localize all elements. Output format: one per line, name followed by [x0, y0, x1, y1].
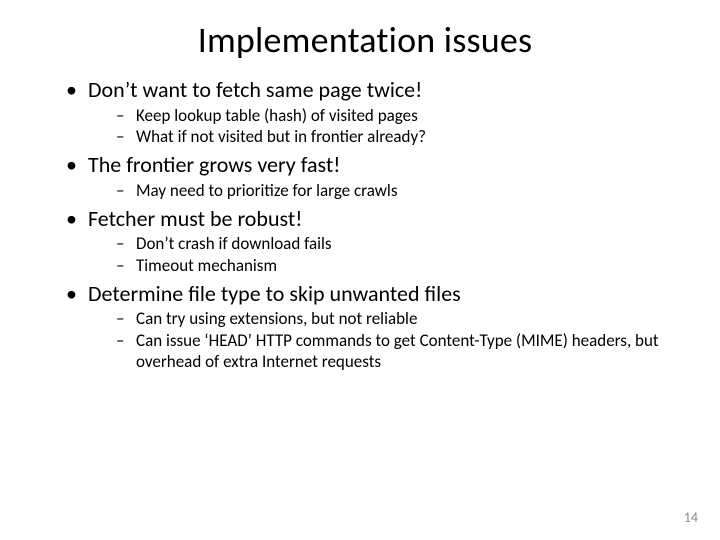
sub-list: May need to prioritize for large crawls — [88, 180, 680, 201]
list-item-text: What if not visited but in frontier alre… — [136, 126, 426, 147]
list-item-text: Timeout mechanism — [136, 255, 277, 276]
list-item-text: Fetcher must be robust! — [88, 205, 302, 232]
list-item-text: Keep lookup table (hash) of visited page… — [136, 105, 418, 126]
list-item: Don’t crash if download fails — [116, 233, 680, 254]
sub-list: Can try using extensions, but not reliab… — [88, 308, 680, 372]
bullet-list: Don’t want to fetch same page twice! Kee… — [50, 76, 680, 372]
list-item: Can issue ‘HEAD’ HTTP commands to get Co… — [116, 330, 680, 373]
sub-list: Keep lookup table (hash) of visited page… — [88, 105, 680, 148]
list-item: The frontier grows very fast! May need t… — [66, 151, 680, 201]
slide-title: Implementation issues — [50, 18, 680, 62]
list-item: Don’t want to fetch same page twice! Kee… — [66, 76, 680, 147]
list-item: What if not visited but in frontier alre… — [116, 126, 680, 147]
list-item-text: May need to prioritize for large crawls — [136, 180, 397, 201]
sub-list: Don’t crash if download fails Timeout me… — [88, 233, 680, 276]
list-item: Keep lookup table (hash) of visited page… — [116, 105, 680, 126]
list-item: May need to prioritize for large crawls — [116, 180, 680, 201]
list-item-text: Can try using extensions, but not reliab… — [136, 308, 417, 329]
page-number: 14 — [684, 509, 698, 526]
list-item: Timeout mechanism — [116, 255, 680, 276]
list-item-text: Don’t crash if download fails — [136, 233, 332, 254]
list-item-text: Can issue ‘HEAD’ HTTP commands to get Co… — [136, 330, 659, 372]
list-item: Fetcher must be robust! Don’t crash if d… — [66, 205, 680, 276]
list-item-text: Determine file type to skip unwanted fil… — [88, 280, 461, 307]
list-item: Can try using extensions, but not reliab… — [116, 308, 680, 329]
list-item-text: Don’t want to fetch same page twice! — [88, 76, 422, 103]
list-item-text: The frontier grows very fast! — [88, 151, 340, 178]
list-item: Determine file type to skip unwanted fil… — [66, 280, 680, 372]
